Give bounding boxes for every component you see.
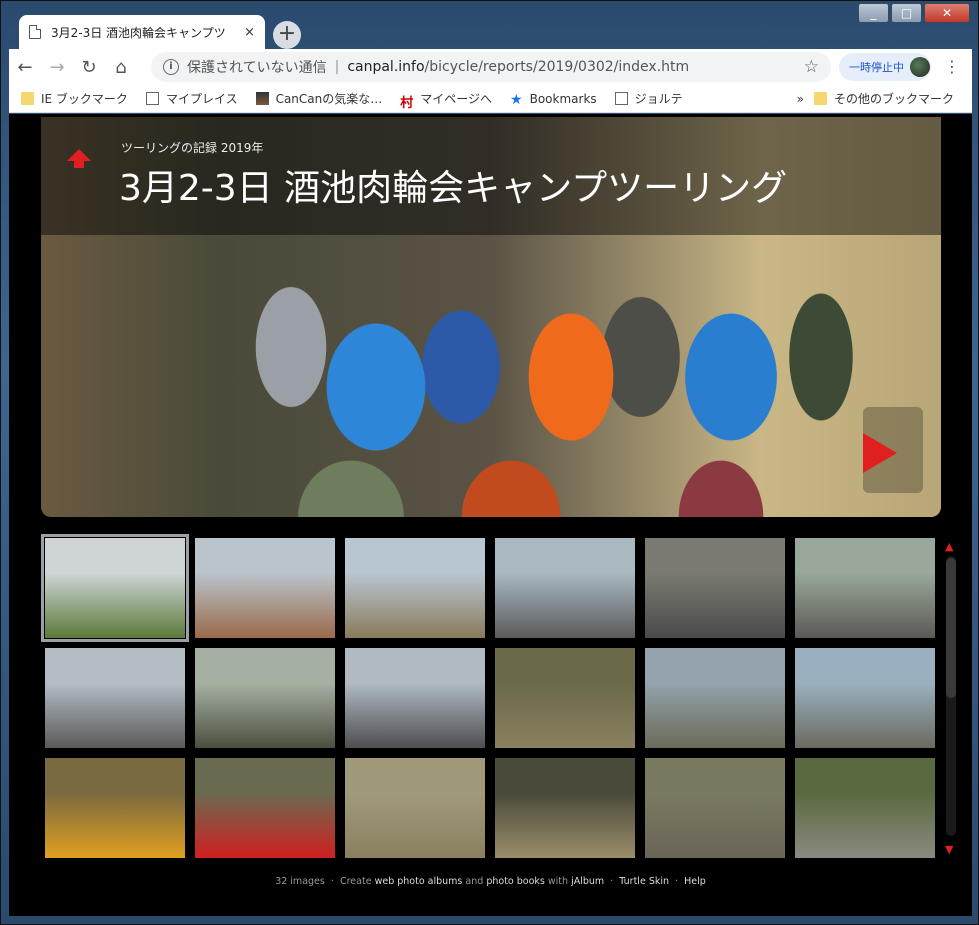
profile-button[interactable]: 一時停止中: [839, 53, 931, 81]
bookmark-label: ジョルテ: [634, 92, 683, 106]
bookmark-ie[interactable]: IE ブックマーク: [21, 90, 128, 107]
bookmark-bookmarks[interactable]: ★ Bookmarks: [510, 91, 597, 109]
help-link[interactable]: Help: [684, 876, 706, 887]
page-icon: [145, 92, 159, 105]
browser-tab[interactable]: 3月2-3日 酒池肉輪会キャンプツ ×: [19, 15, 265, 49]
bookmarks-bar: IE ブックマーク マイプレイス CanCanの気楽な… 村 マイページへ ★ …: [9, 85, 972, 113]
bookmark-other[interactable]: その他のブックマーク: [813, 90, 954, 107]
page-content: ツーリングの記録 2019年 3月2-3日 酒池肉輪会キャンプツーリング ▲ ▼…: [9, 114, 972, 916]
footer-dot: ·: [330, 876, 334, 887]
bookmark-label: マイページへ: [420, 92, 493, 106]
star-icon: ★: [510, 92, 523, 108]
thumbnail[interactable]: [495, 758, 635, 858]
and-text: and: [465, 876, 484, 887]
thumbnail[interactable]: [41, 534, 189, 642]
browser-window: 3月2-3日 酒池肉輪会キャンプツ × + _ □ ✕ ← → ↻ ⌂ i 保護…: [0, 0, 979, 925]
url-path: /bicycle/reports/2019/0302/index.htm: [424, 59, 690, 75]
close-window-button[interactable]: ✕: [924, 3, 970, 23]
bookmark-label: CanCanの気楽な…: [275, 92, 383, 106]
back-icon[interactable]: ←: [9, 57, 41, 78]
menu-icon[interactable]: ⋮: [944, 57, 960, 76]
thumbnail-scrollbar[interactable]: ▲ ▼: [944, 540, 958, 856]
bookmark-label: マイプレイス: [165, 92, 238, 106]
thumbnail[interactable]: [345, 648, 485, 748]
hero-photo[interactable]: ツーリングの記録 2019年 3月2-3日 酒池肉輪会キャンプツーリング: [41, 117, 941, 517]
scroll-thumb[interactable]: [946, 558, 956, 698]
security-label: 保護されていない通信: [187, 60, 327, 76]
avatar: [910, 57, 930, 77]
window-controls: _ □ ✕: [856, 3, 970, 23]
folder-icon: [21, 92, 34, 105]
photo-books-link[interactable]: photo books: [486, 876, 545, 887]
thumbnail[interactable]: [495, 538, 635, 638]
footer-dot: ·: [675, 876, 679, 887]
kanji-icon: 村: [400, 96, 414, 111]
page-icon: [614, 92, 628, 105]
close-tab-icon[interactable]: ×: [244, 25, 255, 40]
footer: 32 images · Create web photo albums and …: [9, 876, 972, 887]
up-arrow-icon[interactable]: [67, 149, 91, 168]
scroll-down-icon[interactable]: ▼: [945, 843, 953, 856]
thumbnail[interactable]: [195, 538, 335, 638]
bookmark-cancan[interactable]: CanCanの気楽な…: [255, 90, 383, 107]
bookmark-jorte[interactable]: ジョルテ: [614, 90, 683, 107]
turtle-skin-link[interactable]: Turtle Skin: [619, 876, 669, 887]
favicon-icon: [255, 92, 269, 105]
url-separator: |: [334, 59, 340, 75]
bookmark-label: IE ブックマーク: [41, 92, 128, 106]
address-bar[interactable]: i 保護されていない通信 | canpal.info /bicycle/repo…: [151, 52, 831, 82]
thumbnail[interactable]: [345, 538, 485, 638]
url-host: canpal.info: [347, 59, 425, 75]
folder-icon: [813, 92, 827, 105]
thumbnail[interactable]: [645, 538, 785, 638]
thumbnail[interactable]: [345, 758, 485, 858]
bookmark-label: その他のブックマーク: [833, 92, 954, 106]
thumbnail[interactable]: [795, 538, 935, 638]
bookmark-mypage[interactable]: 村 マイページへ: [400, 90, 493, 111]
play-next-icon[interactable]: [863, 433, 897, 473]
thumbnail[interactable]: [645, 648, 785, 748]
thumbnail[interactable]: [495, 648, 635, 748]
page-icon: [29, 25, 41, 39]
new-tab-button[interactable]: +: [273, 21, 301, 49]
thumbnail[interactable]: [795, 648, 935, 748]
scroll-up-icon[interactable]: ▲: [945, 540, 953, 553]
minimize-button[interactable]: _: [858, 3, 889, 23]
forward-icon[interactable]: →: [41, 57, 73, 78]
page-subtitle: ツーリングの記録 2019年: [121, 141, 264, 155]
with-text: with: [547, 876, 569, 887]
thumbnail[interactable]: [195, 758, 335, 858]
pause-label: 一時停止中: [849, 61, 904, 74]
thumbnail[interactable]: [795, 758, 935, 858]
footer-dot: ·: [610, 876, 614, 887]
create-text: Create: [339, 876, 372, 887]
tab-strip: 3月2-3日 酒池肉輪会キャンプツ × + _ □ ✕: [9, 3, 972, 49]
reload-icon[interactable]: ↻: [73, 57, 105, 78]
thumbnail[interactable]: [45, 648, 185, 748]
bookmark-star-icon[interactable]: ☆: [804, 57, 819, 77]
more-bookmarks-button[interactable]: »: [797, 92, 804, 106]
bookmark-myplace[interactable]: マイプレイス: [145, 90, 238, 107]
image-count: 32 images: [275, 876, 325, 887]
web-photo-albums-link[interactable]: web photo albums: [375, 876, 463, 887]
browser-toolbar: ← → ↻ ⌂ i 保護されていない通信 | canpal.info /bicy…: [9, 49, 972, 85]
maximize-button[interactable]: □: [891, 3, 922, 23]
info-icon[interactable]: i: [163, 59, 179, 75]
page-title: 3月2-3日 酒池肉輪会キャンプツーリング: [119, 168, 788, 209]
thumbnail[interactable]: [645, 758, 785, 858]
bookmark-label: Bookmarks: [529, 91, 597, 106]
thumbnail[interactable]: [195, 648, 335, 748]
jalbum-link[interactable]: jAlbum: [571, 876, 604, 887]
tab-title: 3月2-3日 酒池肉輪会キャンプツ: [51, 25, 226, 40]
home-icon[interactable]: ⌂: [105, 57, 137, 78]
thumbnail[interactable]: [45, 758, 185, 858]
